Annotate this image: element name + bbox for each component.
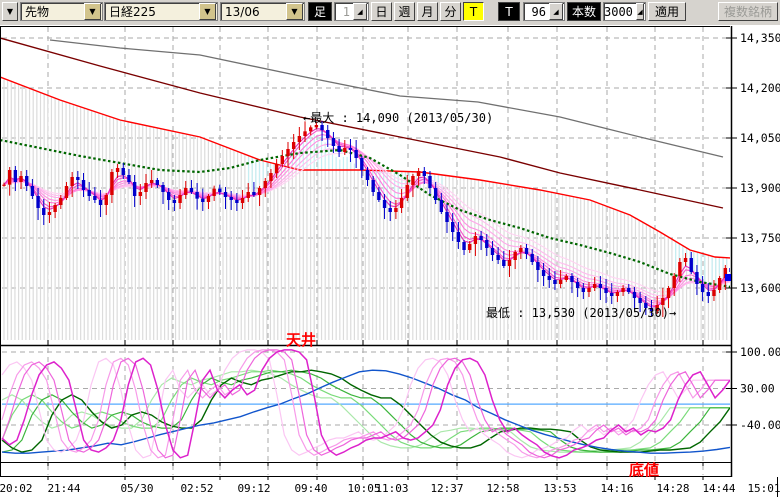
price-and-oscillator-chart[interactable]: 14,350 14,200 14,050 13,900 13,750 13,600 100.…	[0, 0, 780, 500]
svg-text:30.00: 30.00	[740, 381, 775, 395]
svg-text:12:37: 12:37	[430, 482, 463, 495]
svg-text:15:01: 15:01	[747, 482, 780, 495]
chart-application-window: ▼ 先物 ▼ 日経225 ▼ 13/06 ▼ 足 1 ◢ 日 週 月 分 T T…	[0, 0, 780, 500]
svg-text:-40.00: -40.00	[740, 418, 780, 432]
svg-text:14:28: 14:28	[656, 482, 689, 495]
svg-text:14,200: 14,200	[740, 81, 780, 95]
svg-text:09:12: 09:12	[237, 482, 270, 495]
svg-text:21:44: 21:44	[47, 482, 80, 495]
svg-text:12:58: 12:58	[486, 482, 519, 495]
svg-text:13,750: 13,750	[740, 231, 780, 245]
svg-text:11:03: 11:03	[375, 482, 408, 495]
svg-text:02:52: 02:52	[180, 482, 213, 495]
svg-text:13:53: 13:53	[543, 482, 576, 495]
svg-text:05/30: 05/30	[120, 482, 153, 495]
svg-text:100.00: 100.00	[740, 345, 780, 359]
svg-text:14,050: 14,050	[740, 131, 780, 145]
svg-text:20:02: 20:02	[0, 482, 33, 495]
svg-text:14,350: 14,350	[740, 31, 780, 45]
chart-area[interactable]: 14,350 14,200 14,050 13,900 13,750 13,600 100.…	[0, 0, 780, 500]
svg-text:13,900: 13,900	[740, 181, 780, 195]
svg-text:09:40: 09:40	[294, 482, 327, 495]
last-price-axis-marker	[725, 274, 731, 281]
svg-text:14:16: 14:16	[600, 482, 633, 495]
svg-text:14:44: 14:44	[702, 482, 735, 495]
svg-text:13,600: 13,600	[740, 281, 780, 295]
